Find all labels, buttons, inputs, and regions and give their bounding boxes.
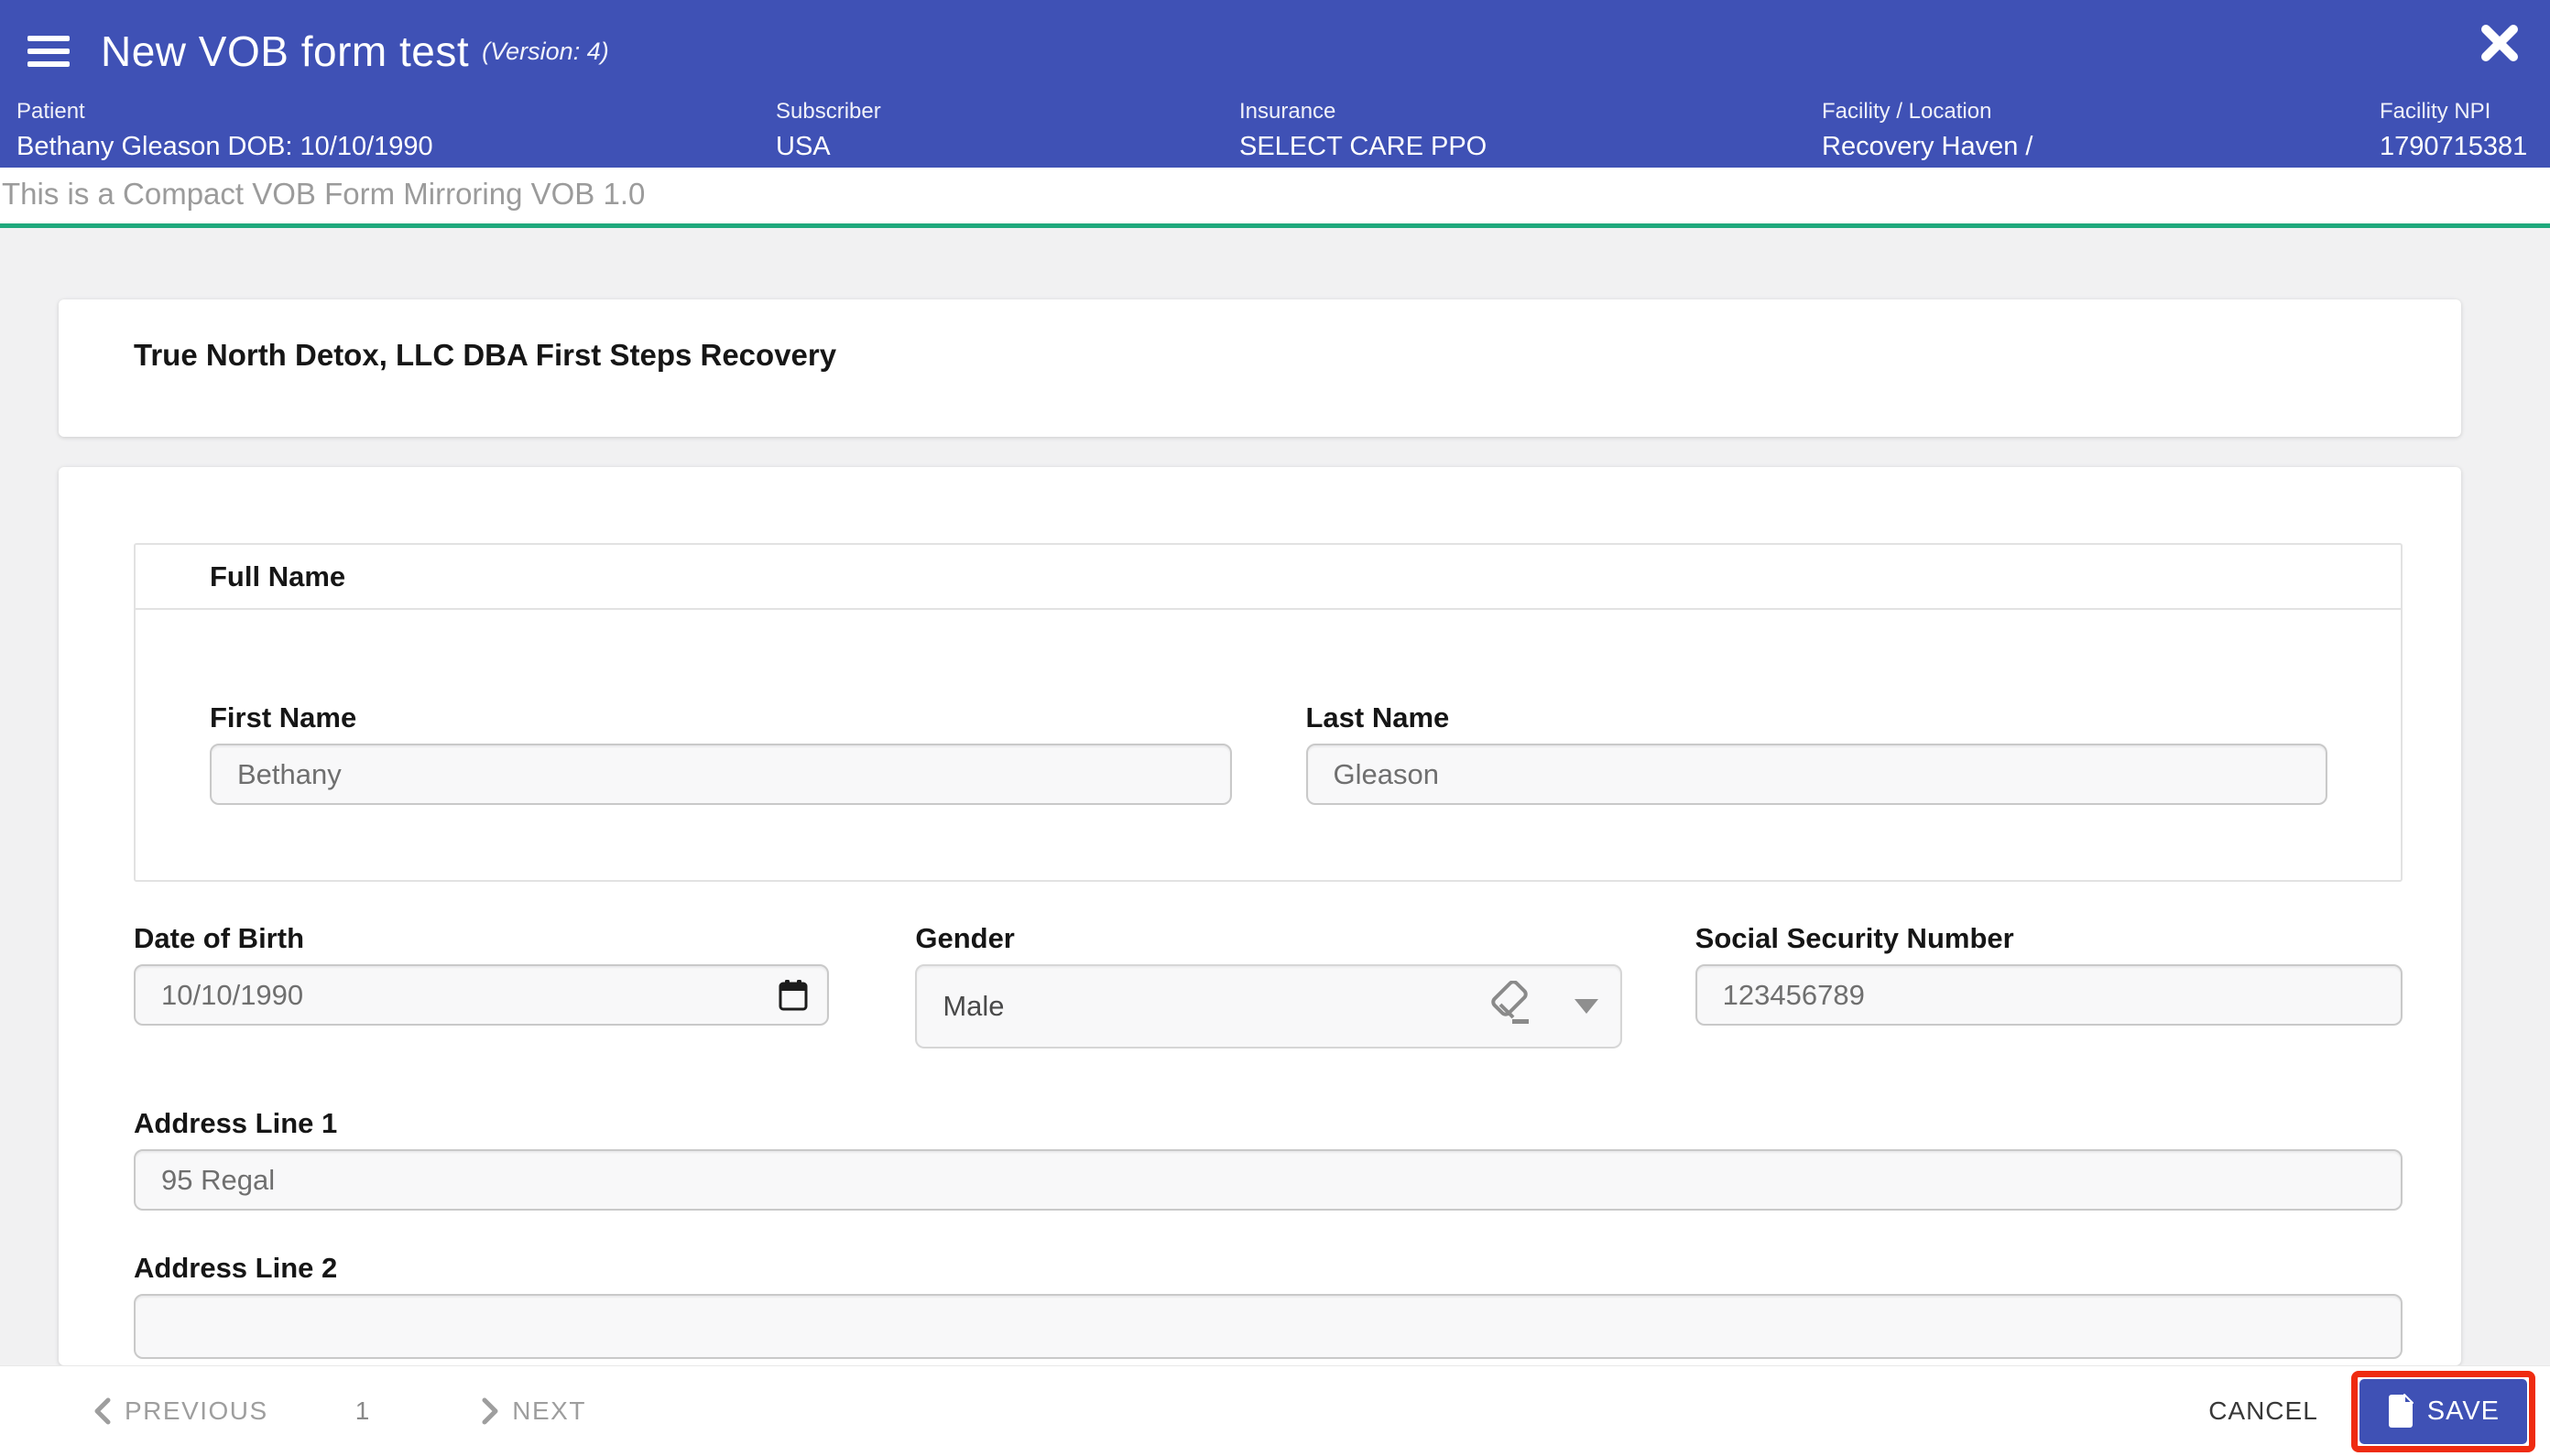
full-name-fields: First Name Last Name [136,610,2401,880]
cancel-button[interactable]: CANCEL [2208,1396,2318,1426]
gender-group: Gender Male [915,922,1622,1049]
chevron-left-icon [94,1397,111,1425]
dob-label: Date of Birth [134,922,304,954]
page-title: New VOB form test [101,27,470,75]
address1-field[interactable] [134,1149,2403,1211]
dob-group: Date of Birth [134,922,830,1049]
dob-field[interactable] [134,964,830,1026]
address2-field[interactable] [134,1294,2403,1359]
app-header: New VOB form test (Version: 4) Patient B… [0,0,2550,168]
previous-button[interactable]: PREVIOUS [92,1396,268,1426]
gender-label: Gender [915,922,1015,954]
ssn-group: Social Security Number [1695,922,2403,1049]
demographics-row: Date of Birth Gender M [134,922,2403,1049]
full-name-section: Full Name First Name Last Name [134,543,2403,882]
header-title-row: New VOB form test (Version: 4) [0,0,2550,81]
first-name-label: First Name [210,701,357,733]
form-description-bar: This is a Compact VOB Form Mirroring VOB… [0,168,2550,223]
facility-npi-info: Facility NPI 1790715381 [2380,99,2528,161]
last-name-label: Last Name [1305,701,1450,733]
ssn-label: Social Security Number [1695,922,2014,954]
save-button-highlight: SAVE [2350,1370,2535,1452]
form-card: Full Name First Name Last Name Date of B… [59,467,2461,1365]
patient-info-bar: Patient Bethany Gleason DOB: 10/10/1990 … [0,99,2550,168]
form-version: (Version: 4) [482,37,609,65]
address1-group: Address Line 1 [134,1107,2403,1211]
page-number[interactable]: 1 [355,1396,370,1426]
footer-actions: CANCEL SAVE [2208,1370,2535,1452]
menu-icon[interactable] [27,36,70,67]
form-scroll-area: True North Detox, LLC DBA First Steps Re… [0,228,2550,1365]
gender-value: Male [943,990,1005,1022]
ssn-field[interactable] [1695,964,2403,1026]
first-name-field[interactable] [210,744,1232,805]
facility-name: True North Detox, LLC DBA First Steps Re… [134,338,837,372]
close-icon[interactable] [2477,20,2523,66]
chevron-right-icon [482,1397,498,1425]
facility-title-card: True North Detox, LLC DBA First Steps Re… [59,299,2461,437]
calendar-icon[interactable] [778,979,809,1016]
clear-eraser-icon[interactable] [1488,980,1536,1032]
first-name-group: First Name [210,701,1232,805]
subscriber-info: Subscriber USA [776,99,881,161]
last-name-field[interactable] [1305,744,2327,805]
chevron-down-icon [1574,999,1598,1014]
last-name-group: Last Name [1305,701,2327,805]
form-footer: PREVIOUS 1 NEXT CANCEL SAVE [0,1365,2550,1456]
insurance-info: Insurance SELECT CARE PPO [1239,99,1488,161]
full-name-section-title: Full Name [136,545,2401,610]
form-description: This is a Compact VOB Form Mirroring VOB… [2,177,646,211]
address2-group: Address Line 2 [134,1252,2403,1359]
gender-select[interactable]: Male [915,964,1622,1049]
address1-label: Address Line 1 [134,1107,338,1139]
save-button[interactable]: SAVE [2359,1378,2527,1444]
next-button[interactable]: NEXT [479,1396,586,1426]
document-icon [2388,1394,2414,1428]
facility-location-info: Facility / Location Recovery Haven / [1822,99,2033,161]
address2-label: Address Line 2 [134,1252,338,1284]
patient-info: Patient Bethany Gleason DOB: 10/10/1990 [16,99,433,161]
